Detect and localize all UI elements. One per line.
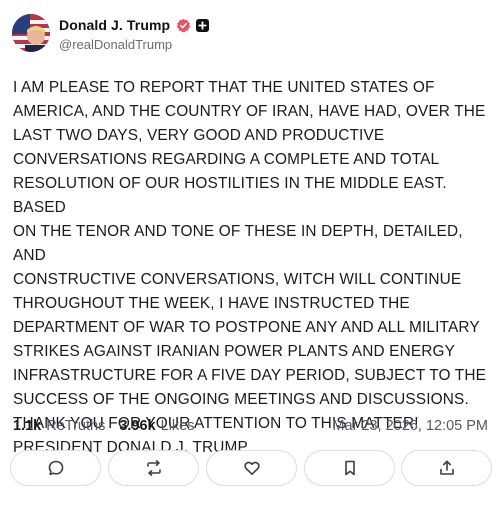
post-stats: 1.1k ReTruths 3.96k Likes bbox=[13, 418, 194, 434]
post-body: I AM PLEASE TO REPORT THAT THE UNITED ST… bbox=[13, 79, 487, 456]
likes-label[interactable]: Likes bbox=[161, 418, 195, 434]
like-button[interactable] bbox=[206, 450, 297, 486]
reply-icon bbox=[48, 460, 63, 476]
bookmark-icon bbox=[344, 460, 355, 476]
plus-badge-icon bbox=[196, 18, 210, 32]
avatar[interactable] bbox=[12, 14, 50, 52]
timestamp[interactable]: Mar 23, 2026, 12:05 PM bbox=[332, 418, 488, 434]
verified-badge-icon bbox=[177, 18, 191, 32]
share-button[interactable] bbox=[401, 450, 492, 486]
display-name[interactable]: Donald J. Trump bbox=[59, 17, 170, 33]
action-bar bbox=[10, 450, 492, 486]
retruths-label[interactable]: ReTruths bbox=[46, 418, 105, 434]
share-icon bbox=[439, 460, 454, 475]
likes-count[interactable]: 3.96k bbox=[119, 418, 155, 434]
retruth-button[interactable] bbox=[108, 450, 199, 486]
retruth-icon bbox=[146, 460, 161, 476]
reply-button[interactable] bbox=[10, 450, 101, 486]
post-header: Donald J. Trump @realDonaldTrump bbox=[12, 14, 488, 54]
like-icon bbox=[243, 461, 260, 475]
retruths-count[interactable]: 1.1k bbox=[13, 418, 41, 434]
handle[interactable]: @realDonaldTrump bbox=[59, 37, 172, 52]
bookmark-button[interactable] bbox=[304, 450, 395, 486]
